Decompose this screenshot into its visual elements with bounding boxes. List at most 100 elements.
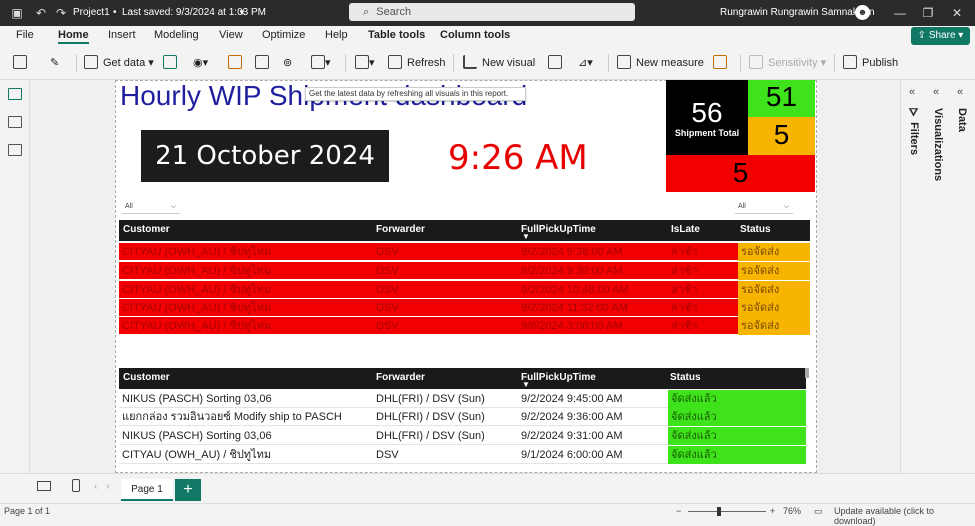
add-page-button[interactable]: + [175, 479, 201, 501]
collapse-data-icon[interactable]: « [957, 86, 963, 98]
kpi-shipment-total[interactable]: 56 Shipment Total [666, 80, 748, 155]
redo-icon[interactable]: ↷ [54, 6, 68, 20]
zoom-slider-thumb[interactable] [717, 507, 721, 516]
more-visuals-icon[interactable]: ⊿▾ [578, 55, 593, 71]
collapse-visualizations-icon[interactable]: « [933, 86, 939, 98]
tab-optimize[interactable]: Optimize [262, 29, 305, 41]
desktop-layout-icon[interactable] [37, 481, 51, 491]
tab-modeling[interactable]: Modeling [154, 29, 199, 41]
quick-measure-icon[interactable] [713, 55, 727, 71]
col-islate[interactable]: IsLate [671, 224, 700, 235]
col-forwarder[interactable]: Forwarder [376, 372, 425, 383]
sensitivity-button[interactable]: Sensitivity ▾ [749, 55, 826, 71]
search-box[interactable]: ⌕ Search [349, 3, 635, 21]
status-badge: จัดส่งแล้ว [668, 408, 806, 426]
tab-insert[interactable]: Insert [108, 29, 136, 41]
kpi-pending[interactable]: 5 [748, 117, 815, 155]
update-link[interactable]: Update available (click to download) [834, 506, 975, 526]
next-page-icon[interactable]: › [106, 481, 109, 492]
table-row[interactable]: แยกกล่อง รวมอินวอยซ์ Modify ship to PASC… [119, 408, 806, 426]
collapse-filters-icon[interactable]: « [909, 86, 915, 98]
table-view-icon[interactable] [8, 116, 22, 128]
status-badge: รอจัดส่ง [738, 262, 810, 280]
file-name: Project1 [73, 7, 110, 18]
tab-help[interactable]: Help [325, 29, 348, 41]
undo-icon[interactable]: ↶ [34, 6, 48, 20]
save-icon[interactable]: ▣ [10, 6, 24, 20]
zoom-level[interactable]: 76% [783, 506, 801, 516]
filters-pane-tab[interactable]: ⛛ Filters [908, 108, 920, 155]
search-input[interactable]: Search [376, 6, 411, 18]
page-tab-1[interactable]: Page 1 [121, 479, 173, 501]
tab-column-tools[interactable]: Column tools [440, 29, 510, 41]
close-icon[interactable]: ✕ [950, 6, 964, 20]
new-visual-button[interactable]: New visual [463, 55, 535, 71]
col-forwarder[interactable]: Forwarder [376, 224, 425, 235]
title-bar: ▣ ↶ ↷ Project1 • Last saved: 9/3/2024 at… [0, 0, 975, 26]
transform-data-icon[interactable]: ▾ [355, 55, 375, 71]
table-row[interactable]: NIKUS (PASCH) Sorting 03,06 DHL(FRI) / D… [119, 390, 806, 408]
table-row[interactable]: CITYAU (OWH_AU) / ชิปทูไทม DSV 9/2/2024 … [119, 299, 810, 317]
tab-view[interactable]: View [219, 29, 243, 41]
calculator-icon [617, 55, 631, 69]
refresh-button[interactable]: Refresh [388, 55, 446, 71]
model-view-icon[interactable] [8, 144, 22, 156]
report-view-icon[interactable] [8, 88, 22, 100]
slicer-left[interactable]: All ⌵ [122, 200, 180, 214]
col-pickup-time[interactable]: FullPickUpTime [521, 372, 596, 383]
ribbon: ✎ Get data ▾ ◉▾ ⊚ ▾ ▾ Refresh New visual… [0, 46, 975, 80]
recent-sources-icon[interactable]: ▾ [311, 55, 331, 71]
slicer-right[interactable]: All ⌵ [735, 200, 793, 214]
enter-data-icon[interactable] [255, 55, 269, 71]
fit-page-icon[interactable]: ▭ [814, 506, 823, 517]
table-row[interactable]: CITYAU (OWH_AU) / ชิปทูไทม DSV 9/2/2024 … [119, 281, 810, 299]
table-row[interactable]: CITYAU (OWH_AU) / ชิปทูไทม DSV 9/1/2024 … [119, 446, 806, 464]
status-badge: รอจัดส่ง [738, 299, 810, 317]
new-measure-button[interactable]: New measure [617, 55, 704, 71]
sql-icon[interactable] [228, 55, 242, 71]
tab-home[interactable]: Home [58, 29, 89, 44]
publish-button[interactable]: Publish [843, 55, 898, 71]
restore-icon[interactable]: ❐ [921, 6, 935, 20]
col-pickup-time[interactable]: FullPickUpTime [521, 224, 596, 235]
visualizations-pane-tab[interactable]: Visualizations [932, 108, 944, 181]
dataverse-icon[interactable]: ⊚ [283, 55, 292, 71]
format-painter-icon[interactable]: ✎ [50, 55, 59, 71]
chevron-down-icon: ⌵ [170, 203, 176, 210]
kpi-late[interactable]: 5 [666, 155, 815, 192]
text-box-icon[interactable] [548, 55, 562, 71]
table-row[interactable]: NIKUS (PASCH) Sorting 03,06 DHL(FRI) / D… [119, 427, 806, 445]
col-customer[interactable]: Customer [123, 224, 170, 235]
data-pane-tab[interactable]: Data [956, 108, 968, 132]
status-badge: จัดส่งแล้ว [668, 446, 806, 464]
table-row[interactable]: CITYAU (OWH_AU) / ชิปทูไทม DSV 9/2/2024 … [119, 262, 810, 280]
share-button[interactable]: ⇪ Share ▾ [911, 27, 970, 45]
zoom-slider[interactable] [688, 511, 766, 512]
mobile-layout-icon[interactable] [72, 479, 80, 492]
refresh-icon [388, 55, 402, 69]
onelake-icon[interactable]: ◉▾ [193, 55, 208, 71]
col-status[interactable]: Status [740, 224, 771, 235]
minimize-icon[interactable]: — [893, 6, 907, 20]
chevron-down-icon[interactable]: ▼ [238, 0, 246, 26]
share-icon: ⇪ [917, 30, 929, 41]
col-status[interactable]: Status [670, 372, 701, 383]
kpi-total-label: Shipment Total [674, 128, 740, 138]
zoom-out-icon[interactable]: − [676, 506, 681, 516]
paste-icon[interactable] [13, 55, 27, 71]
avatar[interactable]: ☻ [855, 5, 870, 20]
table-row[interactable]: CITYAU (OWH_AU) / ชิปทูไทม DSV 9/2/2024 … [119, 243, 810, 261]
zoom-in-icon[interactable]: + [770, 506, 775, 516]
table-row[interactable]: CITYAU (OWH_AU) / ชิปทูไทม DSV 9/8/2024 … [119, 317, 810, 335]
kpi-shipped[interactable]: 51 [748, 80, 815, 117]
table-scrollbar[interactable] [805, 368, 809, 378]
time-card: 9:26 AM [448, 138, 588, 178]
tab-file[interactable]: File [16, 29, 34, 41]
get-data-button[interactable]: Get data ▾ [84, 55, 154, 71]
col-customer[interactable]: Customer [123, 372, 170, 383]
tab-table-tools[interactable]: Table tools [368, 29, 425, 41]
excel-icon[interactable] [163, 55, 177, 71]
search-icon: ⌕ [363, 6, 370, 18]
prev-page-icon[interactable]: ‹ [94, 481, 97, 492]
publish-icon [843, 55, 857, 69]
